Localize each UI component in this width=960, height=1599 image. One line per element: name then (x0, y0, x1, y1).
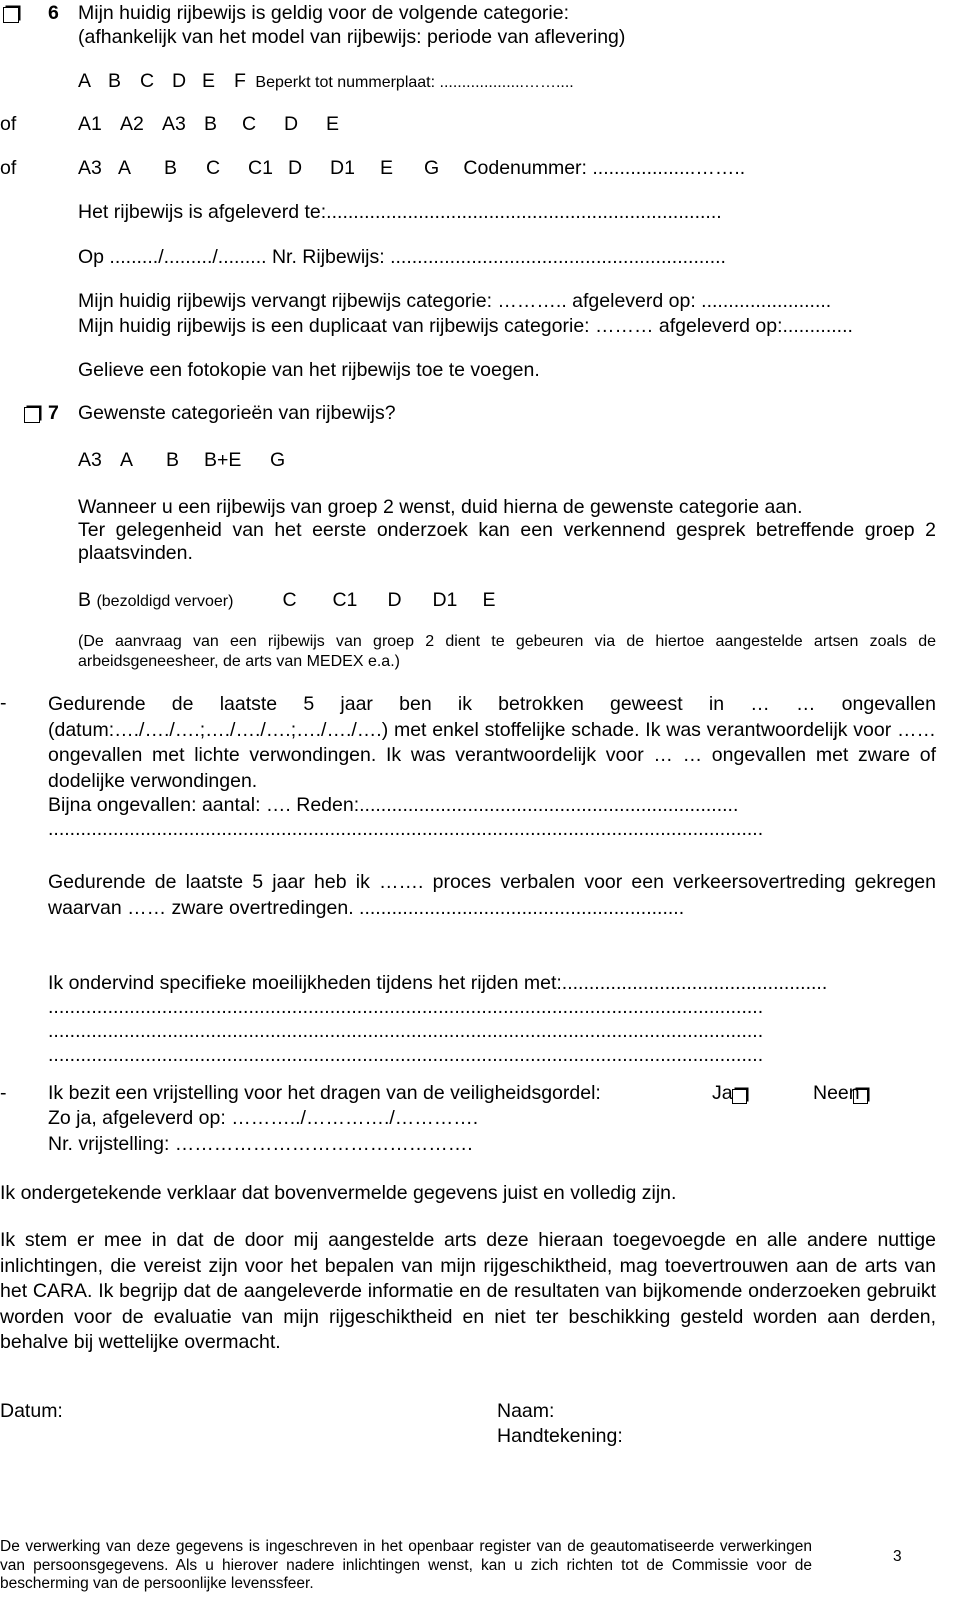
category-option[interactable]: A3 (78, 449, 120, 471)
issued-at-field[interactable]: Het rijbewijs is afgeleverd te:.........… (78, 201, 722, 223)
category-option[interactable]: B (204, 113, 242, 135)
signature-label: Handtekening: (497, 1425, 623, 1447)
bullet: - (0, 1082, 7, 1104)
code-number-field[interactable]: Codenummer: ...................…….. (463, 157, 745, 179)
difficulties-dotted-line[interactable]: ........................................… (48, 1020, 936, 1042)
question-7-title: Gewenste categorieën van rijbewijs? (78, 402, 396, 424)
category-row-1: ABCDEF Beperkt tot nummerplaat: ........… (78, 70, 574, 92)
replaces-field[interactable]: Mijn huidig rijbewijs vervangt rijbewijs… (78, 290, 831, 312)
date-label: Datum: (0, 1400, 63, 1422)
category-option[interactable]: C (140, 70, 172, 92)
category-option[interactable]: G (424, 157, 458, 179)
category-option[interactable]: D (387, 589, 432, 611)
category-option[interactable]: E (326, 113, 339, 135)
privacy-footer: De verwerking van deze gegevens is inges… (0, 1538, 812, 1593)
category-option[interactable]: B (108, 70, 140, 92)
near-miss-field[interactable]: Bijna ongevallen: aantal: …. Reden:.....… (48, 794, 738, 816)
exemption-date-field[interactable]: Zo ja, afgeleverd op: ………../…………./…………. (48, 1107, 478, 1129)
category-option[interactable]: C (242, 113, 284, 135)
question-6-checkbox[interactable] (3, 7, 19, 23)
seatbelt-no-label: Neen (813, 1082, 860, 1104)
category-row-3: A3 A B C C1 D D1 E G Codenummer: ...............… (78, 157, 745, 179)
category-option[interactable]: A1 (78, 113, 120, 135)
name-label: Naam: (497, 1400, 555, 1422)
exemption-number-field[interactable]: Nr. vrijstelling: ………………………………………. (48, 1133, 473, 1155)
accidents-statement[interactable]: Gedurende de laatste 5 jaar ben ik betro… (48, 692, 936, 794)
category-option[interactable]: B (78, 589, 91, 611)
difficulties-field[interactable]: Ik ondervind specifieke moeilijkheden ti… (48, 972, 827, 994)
category-option[interactable]: E (482, 589, 495, 611)
category-option[interactable]: A (118, 157, 164, 179)
seatbelt-question: Ik bezit een vrijstelling voor het drage… (48, 1082, 601, 1104)
category-option[interactable]: D1 (432, 589, 482, 611)
category-option[interactable]: C1 (332, 589, 387, 611)
photocopy-note: Gelieve een fotokopie van het rijbewijs … (78, 359, 540, 381)
category-option[interactable]: A3 (162, 113, 204, 135)
group2-category-row: B (bezoldigd vervoer) C C1 D D1 E (78, 589, 495, 611)
category-option[interactable]: D (288, 157, 330, 179)
duplicate-field[interactable]: Mijn huidig rijbewijs is een duplicaat v… (78, 315, 853, 337)
question-7-number: 7 (48, 402, 59, 424)
group2-conversation-note: Ter gelegenheid van het eerste onderzoek… (78, 519, 936, 564)
category-option[interactable]: C (206, 157, 248, 179)
category-option[interactable]: B (164, 157, 206, 179)
category-option[interactable]: F (234, 70, 250, 92)
violations-statement[interactable]: Gedurende de laatste 5 jaar heb ik ……. p… (48, 870, 936, 922)
category-option[interactable]: E (380, 157, 424, 179)
category-option[interactable]: C1 (248, 157, 288, 179)
question-7-checkbox[interactable] (24, 407, 41, 423)
page-number: 3 (893, 1548, 902, 1565)
declaration-text: Ik ondergetekende verklaar dat bovenverm… (0, 1182, 677, 1204)
category-option[interactable]: B (166, 449, 204, 471)
question-6-number: 6 (48, 2, 59, 24)
category-option[interactable]: D1 (330, 157, 380, 179)
category-option[interactable]: A2 (120, 113, 162, 135)
category-option[interactable]: A (78, 70, 108, 92)
date-license-number-field[interactable]: Op ........./........./......... Nr. Rij… (78, 246, 726, 268)
question-6-subtitle: (afhankelijk van het model van rijbewijs… (78, 26, 626, 48)
category-option[interactable]: A3 (78, 157, 118, 179)
consent-text: Ik stem er mee in dat de door mij aanges… (0, 1229, 936, 1353)
category-option[interactable]: C (282, 589, 332, 611)
group2-instruction: Wanneer u een rijbewijs van groep 2 wens… (78, 496, 803, 518)
group2-application-note: (De aanvraag van een rijbewijs van groep… (78, 633, 936, 670)
seatbelt-yes-checkbox[interactable] (731, 1089, 747, 1104)
desired-category-row: A3 A B B+E G (78, 449, 285, 471)
seatbelt-yes-label: Ja (712, 1082, 733, 1104)
or-label: of (0, 157, 17, 179)
category-option[interactable]: E (202, 70, 234, 92)
category-row-2: A1 A2 A3 B C D E (78, 113, 339, 135)
category-option[interactable]: D (284, 113, 326, 135)
difficulties-dotted-line[interactable]: ........................................… (48, 996, 936, 1018)
question-6-title: Mijn huidig rijbewijs is geldig voor de … (78, 2, 570, 24)
category-option[interactable]: G (270, 449, 285, 471)
or-label: of (0, 113, 17, 135)
difficulties-dotted-line[interactable]: ........................................… (48, 1044, 936, 1066)
category-option[interactable]: A (120, 449, 166, 471)
number-plate-field[interactable]: Beperkt tot nummerplaat: ...............… (255, 74, 573, 92)
paid-transport-note: (bezoldigd vervoer) (96, 593, 234, 610)
category-option[interactable]: B+E (204, 449, 270, 471)
near-miss-dotted-line[interactable]: ........................................… (48, 818, 936, 840)
category-option[interactable]: D (172, 70, 202, 92)
bullet: - (0, 692, 7, 714)
